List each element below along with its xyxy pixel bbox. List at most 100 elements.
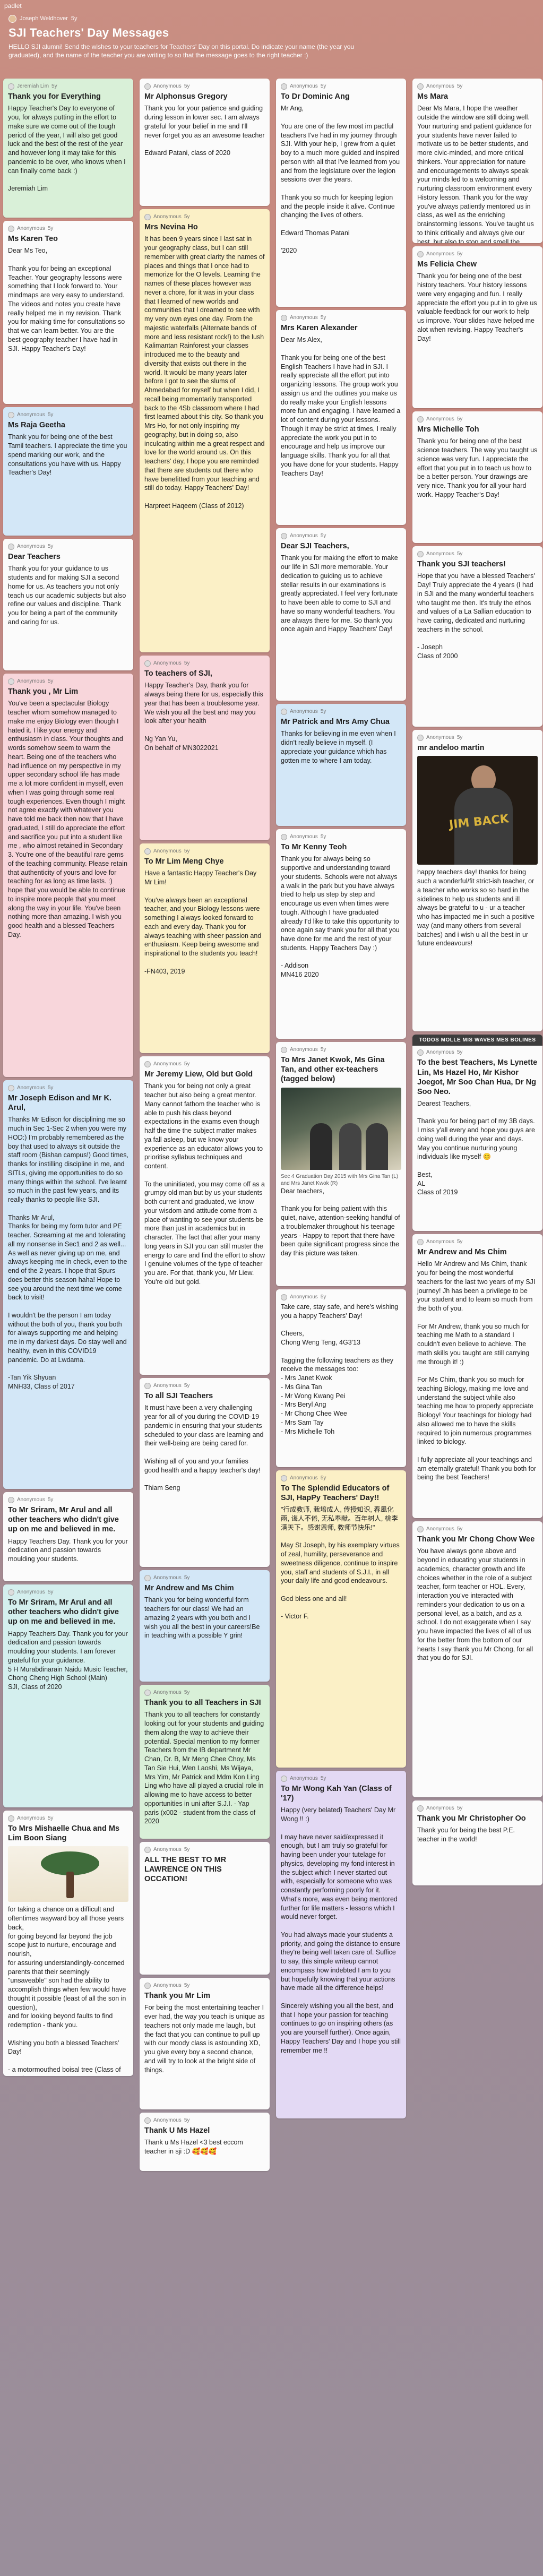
post-meta: Anonymous 5y [144, 660, 265, 667]
post-card[interactable]: Anonymous 5y To Mrs Janet Kwok, Ms Gina Ta… [276, 1042, 406, 1286]
post-card[interactable]: Anonymous 5y To Mr Kenny Teoh Thank you for… [276, 829, 406, 1039]
post-meta: Anonymous 5y [8, 1815, 128, 1822]
post-card[interactable]: Anonymous 5y Mr Andrew and Ms Chim Thank yo… [140, 1570, 270, 1682]
post-card[interactable]: Jeremiah Lim 5y Thank you for Everything Ha… [3, 79, 133, 218]
post-meta: Anonymous 5y [144, 2117, 265, 2124]
post-author: Anonymous [290, 834, 318, 840]
post-title: Mr Joseph Edison and Mr K. Arul, [8, 1094, 111, 1113]
post-card[interactable]: Anonymous 5y Mrs Nevina Ho It has been 9 ye… [140, 209, 270, 652]
post-author: Anonymous [153, 1383, 182, 1389]
user-avatar-icon [281, 532, 287, 539]
post-body: Dear Ms Teo, Thank you for being an exce… [8, 247, 125, 352]
user-avatar-icon [8, 1589, 14, 1596]
post-meta: Anonymous 5y [281, 833, 401, 840]
post-meta: Anonymous 5y [144, 1982, 265, 1989]
post-title: Thank you Mr Lim [144, 1992, 211, 2001]
post-card[interactable]: Anonymous 5y Dear Teachers Thank you for yo… [3, 539, 133, 670]
post-title: To Dr Dominic Ang [281, 92, 350, 101]
post-card[interactable]: Anonymous 5y Ms Mara Dear Ms Mara, I hope t… [412, 79, 542, 243]
post-meta: Anonymous 5y [417, 251, 538, 257]
post-time: 5y [320, 1776, 326, 1781]
post-card[interactable]: Anonymous 5y Mr Patrick and Mrs Amy Chua Th… [276, 704, 406, 826]
post-card[interactable]: Anonymous 5y To Mrs Mishaelle Chua and Ms … [3, 1811, 133, 2076]
post-author: Anonymous [290, 1475, 318, 1481]
post-time: 5y [184, 1061, 190, 1067]
post-body: Thank you for always being so supportive… [281, 855, 400, 979]
post-meta: Anonymous 5y [281, 1475, 401, 1481]
teacher-photo[interactable]: JIM BACK [417, 756, 538, 865]
post-card[interactable]: Anonymous 5y Ms Felicia Chew Thank you for … [412, 246, 542, 408]
user-avatar-icon [144, 83, 151, 90]
post-meta: Anonymous 5y [8, 678, 128, 685]
post-author: Anonymous [153, 1690, 182, 1695]
post-card[interactable]: Anonymous 5y Mr Jeremy Liew, Old but Gold T… [140, 1056, 270, 1375]
post-author: Anonymous [17, 1497, 45, 1503]
post-card[interactable]: Anonymous 5y Mr Andrew and Ms Chim Hello Mr… [412, 1234, 542, 1518]
post-author: Anonymous [17, 1815, 45, 1821]
post-card[interactable]: Anonymous 5y To Mr Sriram, Mr Arul and all… [3, 1492, 133, 1581]
post-card[interactable]: Anonymous 5y Mrs Michelle Toh Thank you for… [412, 411, 542, 543]
post-body: Happy Teacher's Day, thank you for alway… [144, 682, 263, 752]
post-card[interactable]: TODOS MOLLE MIS WAVES MES BOLINES Anonymo… [412, 1035, 542, 1231]
post-time: 5y [456, 1805, 463, 1811]
post-author: Anonymous [426, 735, 454, 740]
post-card[interactable]: Anonymous 5y Take care, stay safe, and her… [276, 1289, 406, 1467]
post-time: 5y [456, 735, 463, 740]
post-card[interactable]: Anonymous 5y Mr Alphonsus Gregory Thank you… [140, 79, 270, 206]
post-title: To The Splendid Educators of SJI, HapPy … [281, 1484, 390, 1503]
post-author: Anonymous [290, 709, 318, 714]
post-card[interactable]: Anonymous 5y Thank you Mr Chong Chow Wee Yo… [412, 1521, 542, 1797]
post-title: Thank you to all Teachers in SJI [144, 1699, 261, 1708]
post-card[interactable]: Anonymous 5y Thank you SJI teachers! Hope t… [412, 546, 542, 727]
user-avatar-icon [8, 543, 14, 550]
post-title: Thank you Mr Christopher Oo [417, 1814, 526, 1823]
post-title: Mrs Nevina Ho [144, 223, 198, 232]
post-card[interactable]: Anonymous 5y Dear SJI Teachers, Thank you f… [276, 528, 406, 701]
post-card[interactable]: Anonymous 5y Thank you Mr Christopher Oo Th… [412, 1800, 542, 1885]
post-card[interactable]: Anonymous 5y To Dr Dominic Ang Mr Ang, You … [276, 79, 406, 307]
post-title: Dear Teachers [8, 553, 61, 562]
post-meta: Anonymous 5y [144, 1689, 265, 1696]
post-card[interactable]: Anonymous 5y ALL THE BEST TO MR LAWRENCE O… [140, 1842, 270, 1975]
post-card[interactable]: Anonymous 5y Thank you Mr Lim For being the… [140, 1978, 270, 2109]
post-card[interactable]: Anonymous 5y Ms Raja Geetha Thank you for b… [3, 407, 133, 536]
post-card[interactable]: Anonymous 5y To Mr Lim Meng Chye Have a fan… [140, 843, 270, 1053]
post-time: 5y [47, 1589, 54, 1595]
post-card[interactable]: Anonymous 5y Mrs Karen Alexander Dear Ms Al… [276, 310, 406, 525]
post-card[interactable]: Anonymous 5y Thank you to all Teachers in … [140, 1685, 270, 1839]
post-card[interactable]: Anonymous 5y Thank U Ms Hazel Thank u Ms Ha… [140, 2113, 270, 2171]
header-time: 5y [71, 15, 77, 22]
post-card[interactable]: Anonymous 5y Mr Joseph Edison and Mr K. Ar… [3, 1080, 133, 1489]
graduation-photo[interactable] [281, 1087, 401, 1170]
post-time: 5y [456, 551, 463, 557]
post-meta: Anonymous 5y [144, 848, 265, 855]
post-card[interactable]: Anonymous 5y To teachers of SJI, Happy Teac… [140, 656, 270, 840]
post-time: 5y [320, 834, 326, 840]
post-author: Anonymous [426, 1049, 454, 1056]
post-time: 5y [184, 2117, 190, 2123]
post-title: To Mr Sriram, Mr Arul and all other teac… [8, 1506, 119, 1534]
post-card[interactable]: Anonymous 5y To all SJI Teachers It must ha… [140, 1378, 270, 1567]
app-brand[interactable]: padlet [0, 0, 543, 12]
post-time: 5y [456, 1526, 463, 1532]
post-meta: Anonymous 5y [8, 1084, 128, 1091]
post-body: Thank you for your guidance to us studen… [8, 565, 128, 626]
user-avatar-icon [8, 1084, 14, 1091]
post-card[interactable]: Anonymous 5y mr andeloo martin JIM BACK happ… [412, 730, 542, 1031]
user-avatar-icon [281, 1046, 287, 1053]
post-card[interactable]: Anonymous 5y To The Splendid Educators of … [276, 1470, 406, 1768]
post-time: 5y [51, 83, 57, 89]
post-time: 5y [456, 1239, 463, 1245]
post-card[interactable]: Anonymous 5y To Mr Wong Kah Yan (Class of … [276, 1771, 406, 2118]
post-author: Anonymous [153, 1983, 182, 1988]
post-author: Anonymous [17, 544, 45, 549]
page-subtitle: HELLO SJI alumni! Send the wishes to you… [8, 43, 355, 59]
post-card[interactable]: Anonymous 5y Ms Karen Teo Dear Ms Teo, Than… [3, 221, 133, 404]
post-time: 5y [184, 1847, 190, 1853]
post-meta: Jeremiah Lim 5y [8, 83, 128, 90]
post-card[interactable]: Anonymous 5y To Mr Sriram, Mr Arul and all… [3, 1584, 133, 1807]
user-avatar-icon [144, 1846, 151, 1853]
post-time: 5y [184, 1983, 190, 1988]
padlet-logo[interactable]: padlet [4, 2, 22, 10]
post-card[interactable]: Anonymous 5y Thank you , Mr Lim You've been… [3, 674, 133, 1077]
